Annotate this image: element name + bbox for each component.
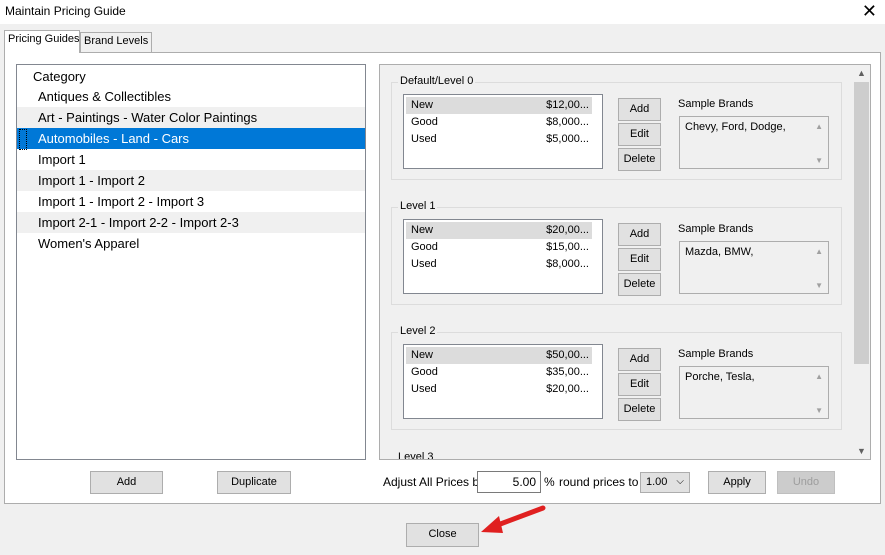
level-title: Level 1 [398, 200, 438, 212]
scroll-up-arrow-icon[interactable]: ▲ [857, 68, 866, 78]
category-item[interactable]: Antiques & Collectibles [17, 86, 365, 107]
level-group-1: Level 1 New $20,00... Good $15,00... Used $… [391, 200, 842, 305]
percent-sign: % [544, 475, 555, 489]
category-list[interactable]: Category Antiques & Collectibles Art - P… [16, 64, 366, 460]
chevron-down-icon: ⌵ [676, 476, 684, 487]
adjust-percent-input[interactable] [477, 471, 541, 493]
price-row[interactable]: Used $5,000... [406, 131, 592, 148]
duplicate-category-button[interactable]: Duplicate [217, 471, 291, 494]
category-item[interactable]: Import 1 - Import 2 [17, 170, 365, 191]
price-condition: Good [411, 116, 438, 128]
tab-brand-levels[interactable]: Brand Levels [80, 32, 152, 52]
scroll-down-arrow-icon[interactable]: ▼ [857, 446, 866, 456]
price-row[interactable]: Used $8,000... [406, 256, 592, 273]
scroll-down-icon: ▼ [815, 156, 823, 165]
price-condition: Used [411, 383, 437, 395]
add-price-button[interactable]: Add [618, 348, 661, 371]
price-condition: Good [411, 241, 438, 253]
sample-brands-label: Sample Brands [678, 348, 754, 360]
edit-price-button[interactable]: Edit [618, 373, 661, 396]
sample-brands-field: Porche, Tesla, ▲ ▼ [679, 366, 829, 419]
scroll-up-icon: ▲ [815, 372, 823, 381]
category-item[interactable]: Import 1 [17, 149, 365, 170]
scroll-down-icon: ▼ [815, 281, 823, 290]
close-icon[interactable]: ✕ [862, 1, 877, 21]
price-row[interactable]: New $50,00... [406, 347, 592, 364]
round-to-select[interactable]: 1.00 ⌵ [640, 472, 690, 493]
price-condition: Used [411, 133, 437, 145]
apply-button[interactable]: Apply [708, 471, 766, 494]
category-item[interactable]: Art - Paintings - Water Color Paintings [17, 107, 365, 128]
add-price-button[interactable]: Add [618, 98, 661, 121]
price-list[interactable]: New $12,00... Good $8,000... Used $5,000... [403, 94, 603, 169]
levels-scroll-area[interactable]: Default/Level 0 New $12,00... Good $8,000.… [379, 64, 871, 460]
sample-brands-field: Mazda, BMW, ▲ ▼ [679, 241, 829, 294]
price-row[interactable]: New $20,00... [406, 222, 592, 239]
scroll-down-icon: ▼ [815, 406, 823, 415]
price-amount: $35,00... [546, 366, 589, 378]
price-row[interactable]: Good $15,00... [406, 239, 592, 256]
pricing-guides-panel: Category Antiques & Collectibles Art - P… [4, 52, 881, 504]
level-title-partial: Level 3 [398, 451, 434, 460]
level-group-2: Level 2 New $50,00... Good $35,00... Used $… [391, 325, 842, 430]
adjust-prices-label: Adjust All Prices by [383, 475, 486, 489]
category-item[interactable]: Import 2-1 - Import 2-2 - Import 2-3 [17, 212, 365, 233]
price-condition: Good [411, 366, 438, 378]
sample-brands-label: Sample Brands [678, 98, 754, 110]
price-condition: Used [411, 258, 437, 270]
level-title: Default/Level 0 [398, 75, 476, 87]
price-row[interactable]: New $12,00... [406, 97, 592, 114]
price-list[interactable]: New $50,00... Good $35,00... Used $20,00... [403, 344, 603, 419]
levels-scrollbar[interactable]: ▲ ▼ [853, 65, 870, 459]
price-amount: $50,00... [546, 349, 589, 361]
scrollbar-thumb[interactable] [854, 82, 869, 364]
price-condition: New [411, 224, 434, 236]
price-amount: $20,00... [546, 383, 589, 395]
sample-brands-text: Porche, Tesla, [685, 371, 755, 383]
edit-price-button[interactable]: Edit [618, 123, 661, 146]
category-item[interactable]: Import 1 - Import 2 - Import 3 [17, 191, 365, 212]
tab-pricing-guides[interactable]: Pricing Guides [4, 30, 80, 53]
round-to-value: 1.00 [646, 476, 668, 488]
sample-brands-label: Sample Brands [678, 223, 754, 235]
price-row[interactable]: Good $8,000... [406, 114, 592, 131]
level-title: Level 2 [398, 325, 438, 337]
window-title: Maintain Pricing Guide [5, 4, 126, 18]
undo-button[interactable]: Undo [777, 471, 835, 494]
price-amount: $8,000... [546, 116, 589, 128]
price-amount: $5,000... [546, 133, 589, 145]
edit-price-button[interactable]: Edit [618, 248, 661, 271]
delete-price-button[interactable]: Delete [618, 398, 661, 421]
level-group-default: Default/Level 0 New $12,00... Good $8,000.… [391, 75, 842, 180]
category-header: Category [33, 69, 86, 84]
add-category-button[interactable]: Add [90, 471, 163, 494]
add-price-button[interactable]: Add [618, 223, 661, 246]
price-amount: $8,000... [546, 258, 589, 270]
annotation-arrow-icon [481, 505, 546, 533]
delete-price-button[interactable]: Delete [618, 148, 661, 171]
price-row[interactable]: Good $35,00... [406, 364, 592, 381]
price-row[interactable]: Used $20,00... [406, 381, 592, 398]
sample-brands-field: Chevy, Ford, Dodge, ▲ ▼ [679, 116, 829, 169]
sample-brands-text: Mazda, BMW, [685, 246, 754, 258]
category-item-selected[interactable]: Automobiles - Land - Cars [17, 128, 365, 150]
price-amount: $15,00... [546, 241, 589, 253]
category-item[interactable]: Women's Apparel [17, 233, 365, 254]
scroll-up-icon: ▲ [815, 247, 823, 256]
price-condition: New [411, 349, 434, 361]
scroll-up-icon: ▲ [815, 122, 823, 131]
sample-brands-text: Chevy, Ford, Dodge, [685, 121, 786, 133]
price-amount: $20,00... [546, 224, 589, 236]
round-prices-label: round prices to [559, 475, 639, 489]
title-bar: Maintain Pricing Guide ✕ [0, 0, 885, 24]
price-condition: New [411, 99, 434, 111]
price-list[interactable]: New $20,00... Good $15,00... Used $8,000... [403, 219, 603, 294]
price-amount: $12,00... [546, 99, 589, 111]
delete-price-button[interactable]: Delete [618, 273, 661, 296]
